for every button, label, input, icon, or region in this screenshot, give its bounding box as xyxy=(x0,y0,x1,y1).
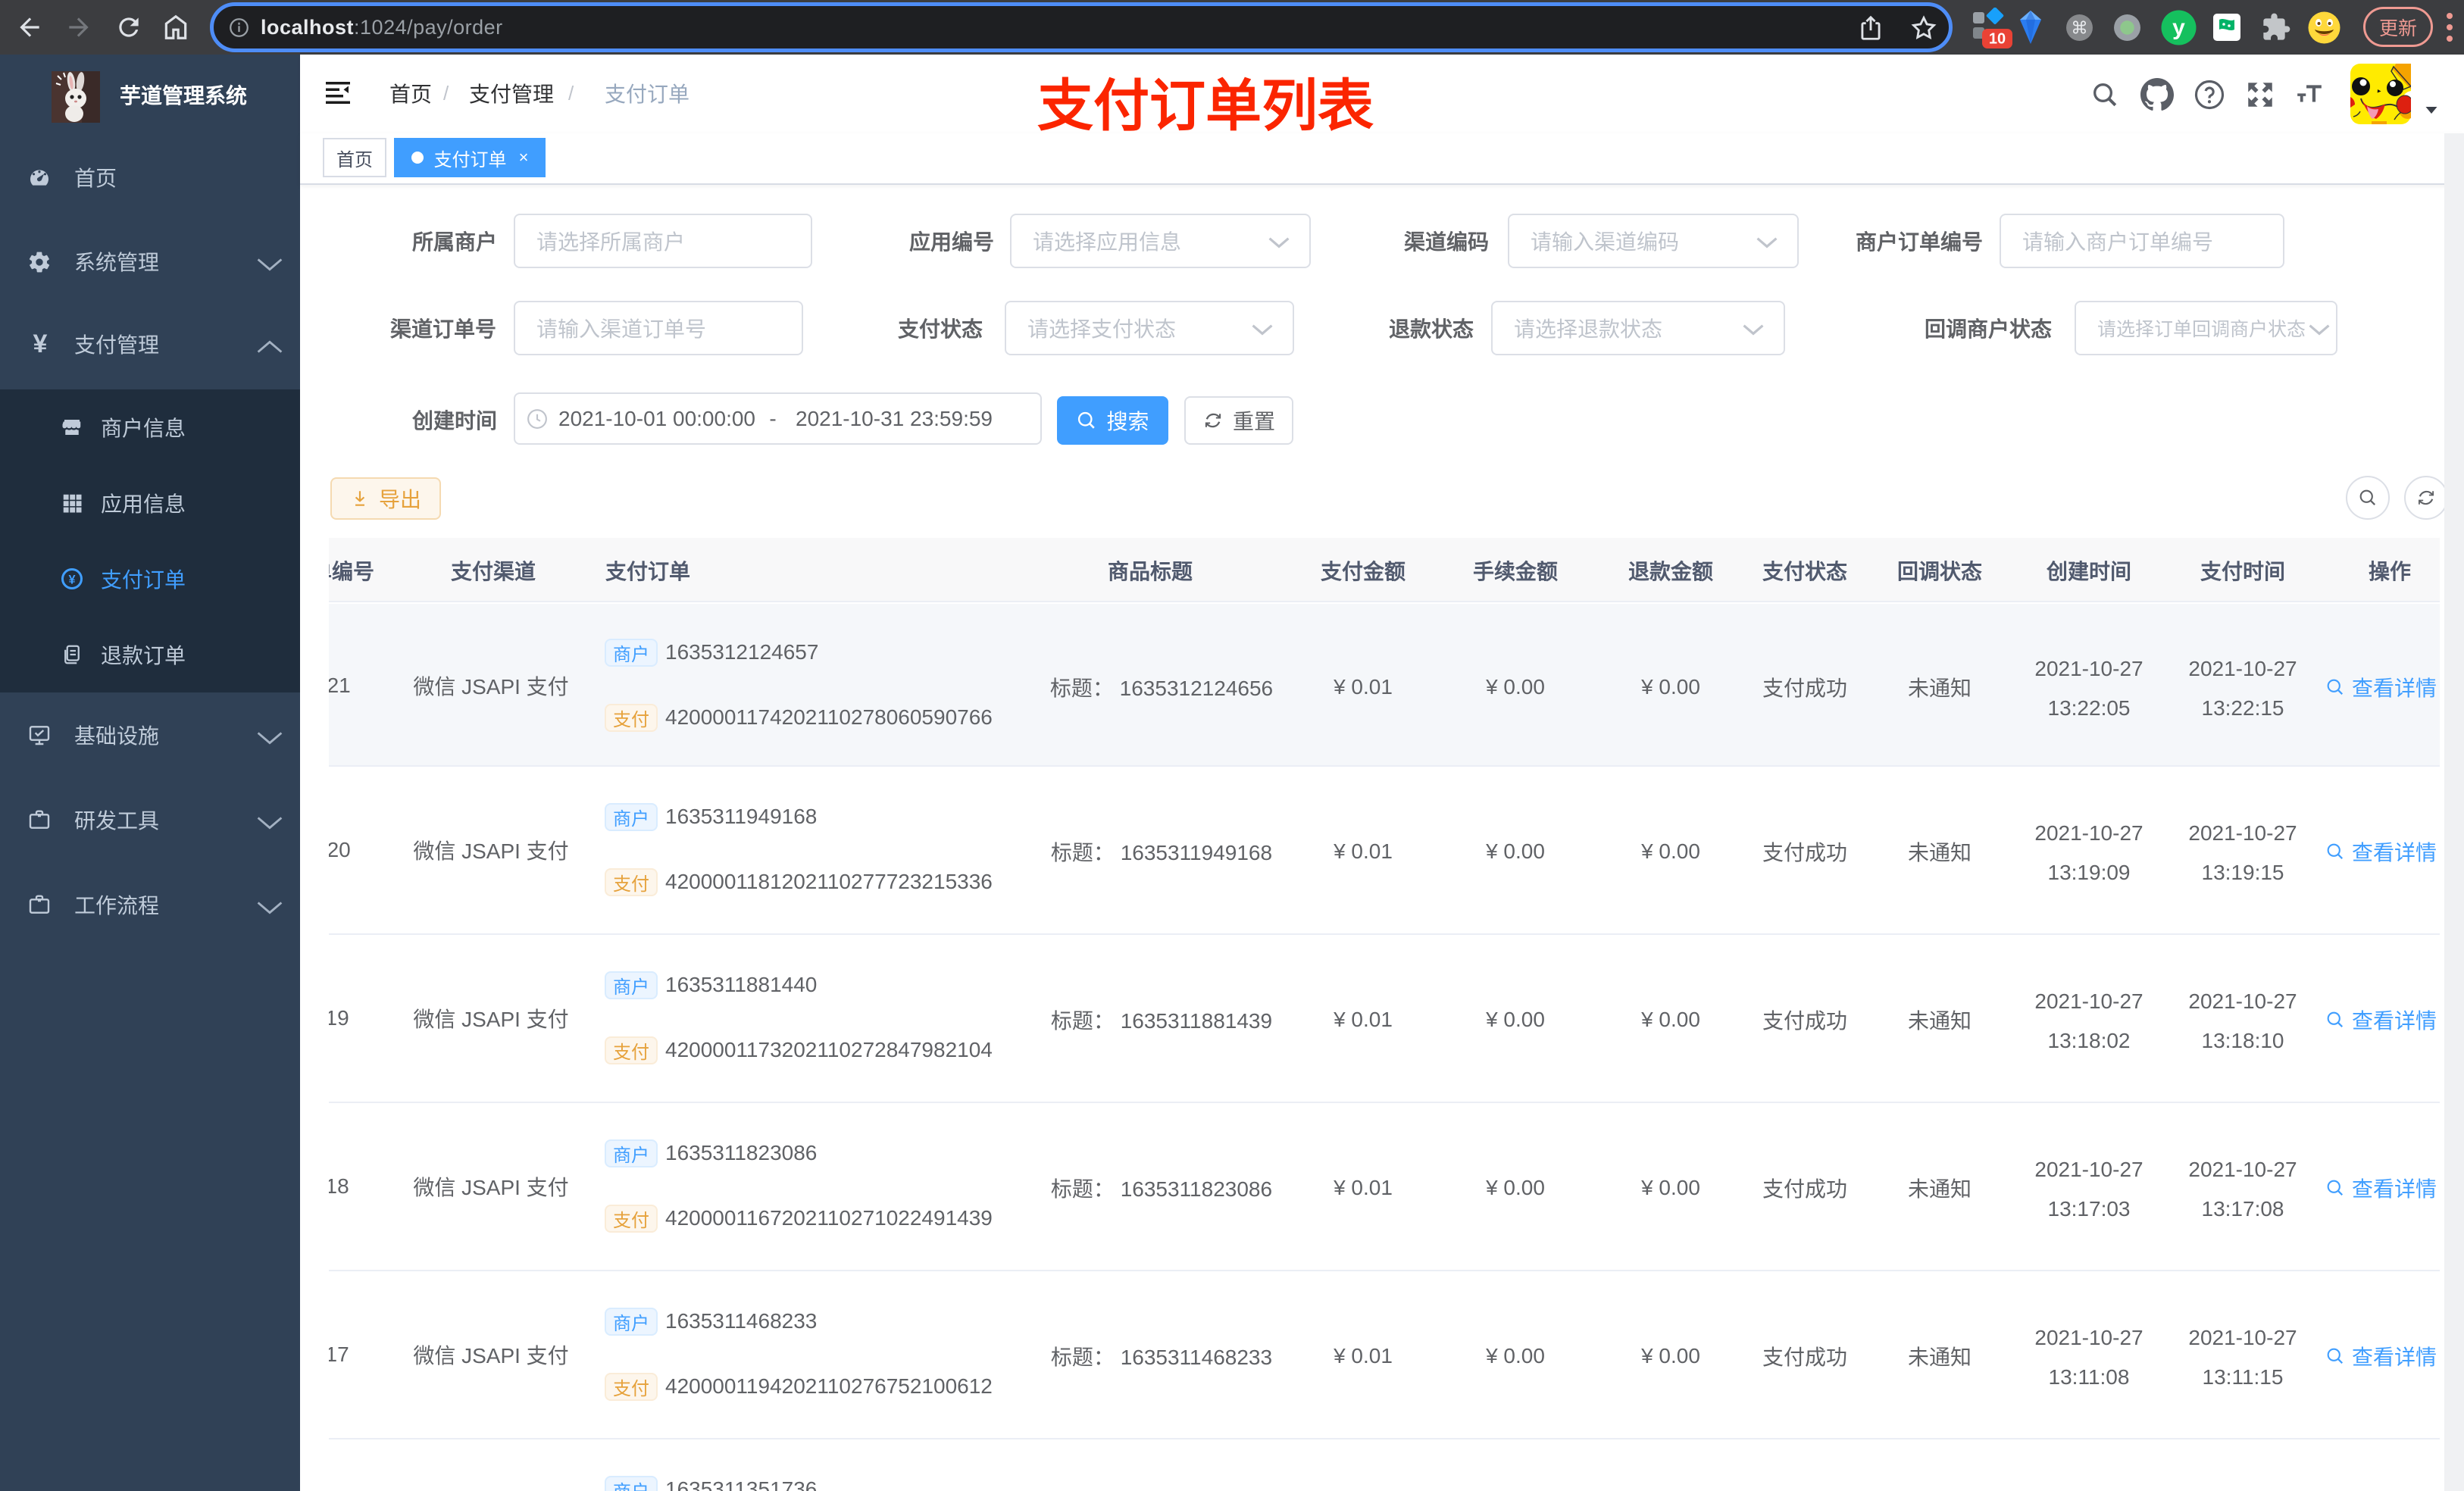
svg-text:⌘: ⌘ xyxy=(2071,19,2088,38)
svg-text:y: y xyxy=(2172,15,2185,40)
svg-text:10: 10 xyxy=(1989,31,2006,48)
svg-text:¥: ¥ xyxy=(68,573,75,586)
